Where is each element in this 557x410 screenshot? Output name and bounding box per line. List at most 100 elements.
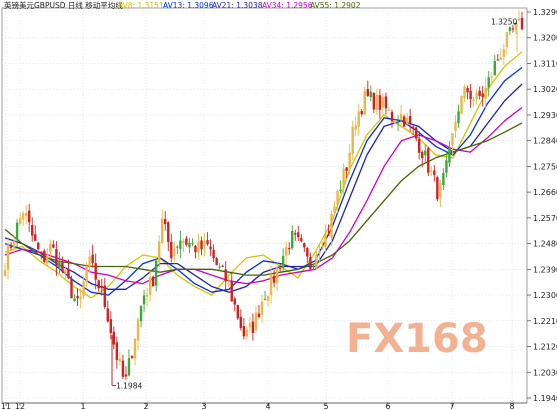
candle-body — [478, 90, 481, 96]
candle-body — [487, 77, 490, 88]
candle-body — [3, 270, 7, 276]
candle-body — [445, 160, 448, 173]
legend-entry-av55: AV55: 1.2902 — [310, 1, 361, 10]
candle-body — [248, 323, 252, 328]
candle-body — [239, 316, 243, 329]
candle-body — [151, 276, 155, 287]
y-tick-label: 1.2390 — [533, 265, 557, 274]
candle-body — [396, 121, 400, 124]
candle-body — [411, 126, 415, 129]
candle-body — [76, 295, 79, 299]
candle-body — [303, 243, 306, 248]
candle-body — [46, 254, 49, 264]
candle-body — [21, 213, 25, 220]
candle-body — [70, 278, 73, 299]
candle-body — [393, 122, 397, 124]
y-tick-label: 1.2300 — [533, 291, 557, 300]
candle-body — [266, 295, 270, 301]
candle-body — [179, 240, 182, 249]
candle-body — [188, 242, 191, 248]
candle-body — [481, 93, 484, 98]
candle-body — [176, 246, 179, 248]
candle-body — [52, 244, 55, 248]
y-tick-label: 1.2930 — [533, 111, 557, 120]
candle-body — [97, 280, 100, 289]
candle-body — [251, 321, 255, 333]
candle-body — [442, 173, 445, 186]
candle-body — [469, 90, 472, 100]
candle-body — [31, 224, 34, 236]
candle-body — [421, 152, 424, 159]
candle-body — [130, 355, 134, 358]
y-tick-label: 1.2120 — [533, 343, 557, 352]
candle-body — [378, 95, 382, 110]
candle-body — [191, 243, 194, 245]
candle-body — [414, 127, 418, 139]
candle-body — [291, 230, 294, 249]
legend-entry-av8: AV8: 1.3151 — [118, 1, 164, 10]
candle-body — [106, 308, 109, 322]
candle-body — [215, 258, 218, 265]
candle-body — [124, 374, 128, 377]
candle-body — [127, 358, 131, 376]
candle-body — [424, 150, 427, 156]
candle-body — [94, 263, 97, 280]
candle-body — [115, 342, 119, 360]
candle-body — [357, 111, 360, 127]
candle-body — [206, 240, 209, 245]
candle-body — [493, 61, 496, 76]
watermark-fx168: FX168 — [346, 316, 488, 362]
candle-body — [257, 313, 261, 317]
candle-body — [427, 148, 430, 173]
candle-body — [430, 170, 433, 172]
candle-body — [330, 213, 333, 238]
candle-body — [496, 59, 500, 61]
candle-body — [148, 277, 152, 295]
chart-title: 英镑美元GBPUSD 日线 移动平均线 — [4, 0, 123, 10]
candle-body — [221, 265, 224, 267]
candle-body — [24, 212, 28, 216]
candle-body — [67, 269, 70, 279]
candle-body — [502, 49, 506, 57]
candle-body — [182, 241, 185, 243]
candle-body — [309, 257, 312, 269]
candle-body — [230, 281, 233, 302]
candle-body — [345, 167, 348, 172]
candle-body — [73, 298, 76, 302]
candle-body — [369, 91, 373, 98]
candle-body — [173, 249, 176, 257]
price-chart: FX168 1.3290 1.3200 1.3110 1.3020 1.2930 1.28… — [1, 0, 557, 410]
candle-body — [170, 241, 173, 259]
candle-body — [306, 248, 309, 257]
y-tick-label: 1.1940 — [533, 394, 557, 403]
candle-body — [333, 206, 336, 213]
candle-body — [372, 92, 376, 110]
candle-body — [272, 275, 276, 283]
candle-body — [227, 283, 230, 285]
candle-body — [517, 18, 521, 21]
candle-body — [408, 115, 412, 124]
candle-body — [49, 243, 52, 252]
candle-body — [9, 246, 13, 248]
candle-body — [203, 240, 206, 247]
legend-entry-av34: AV34: 1.2956 — [262, 1, 313, 10]
y-tick-label: 1.2660 — [533, 188, 557, 197]
candle-body — [27, 210, 31, 223]
candle-body — [194, 245, 197, 253]
candle-body — [284, 247, 288, 256]
candle-body — [164, 219, 167, 225]
y-tick-label: 1.2480 — [533, 240, 557, 249]
candle-body — [34, 234, 37, 241]
y-tick-label: 1.2840 — [533, 137, 557, 146]
candle-body — [43, 250, 46, 262]
candle-body — [405, 117, 409, 124]
candle-body — [451, 133, 454, 146]
candle-body — [263, 299, 267, 301]
candle-body — [499, 57, 503, 60]
candle-body — [402, 116, 406, 127]
candle-body — [339, 189, 342, 191]
candle-body — [109, 319, 113, 333]
candle-body — [505, 32, 509, 47]
y-tick-label: 1.3200 — [533, 34, 557, 43]
candle-body — [466, 88, 469, 93]
